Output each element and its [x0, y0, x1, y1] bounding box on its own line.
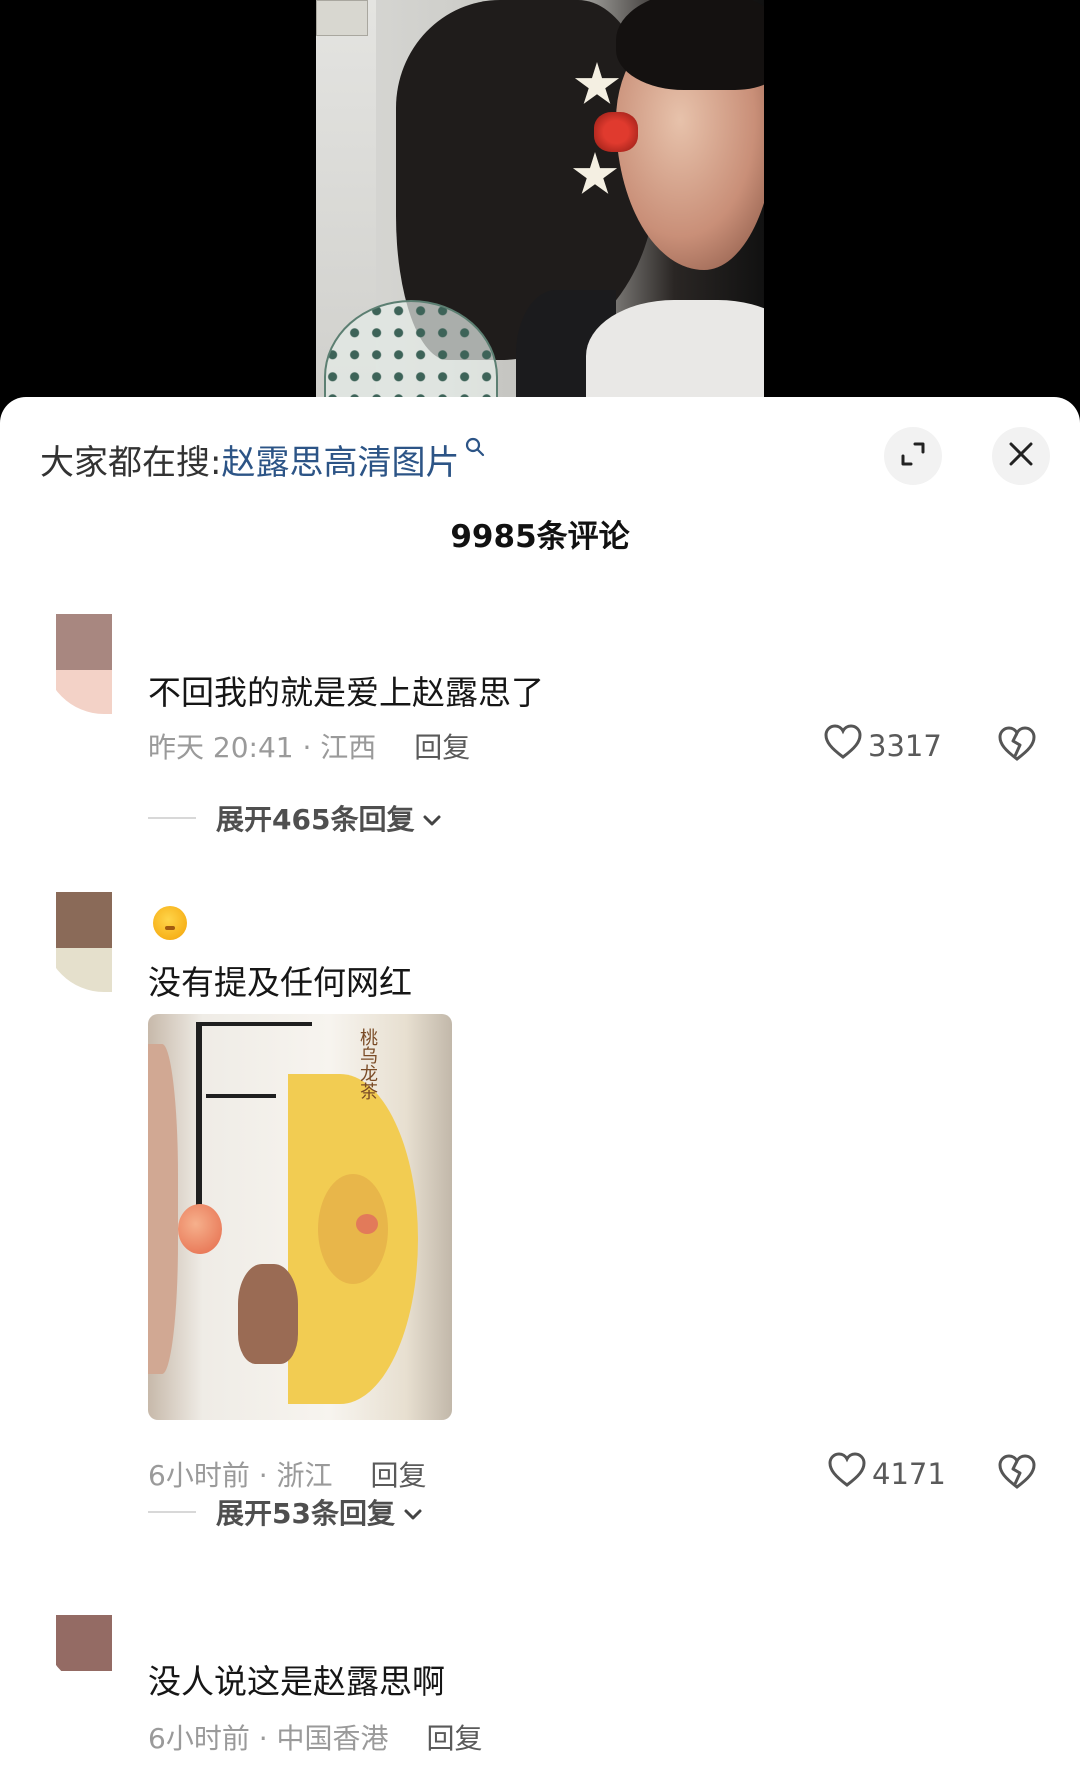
dislike-button[interactable] [998, 726, 1036, 766]
comment-count: 9985条评论 [450, 519, 630, 555]
comment-item: 不回我的就是爱上赵露思了 昨天 20:41 · 江西 回复 3317 展开465… [0, 614, 1080, 864]
like-count: 4171 [872, 1456, 946, 1491]
prop-lips [594, 112, 638, 152]
like-button[interactable]: 4171 [828, 1452, 946, 1495]
reply-button[interactable]: 回复 [414, 726, 470, 766]
chevron-down-icon [403, 1496, 423, 1529]
search-suggestion[interactable]: 大家都在搜: 赵露思高清图片 [40, 435, 485, 484]
expand-replies-label: 展开465条回复 [216, 803, 415, 836]
comment-meta: 6小时前 · 中国香港 回复 [148, 1717, 483, 1757]
expand-replies-button[interactable]: 展开465条回复 [148, 798, 442, 838]
heart-icon [824, 724, 868, 767]
comment-image[interactable]: 桃乌龙茶 [148, 1014, 452, 1420]
username-emoji [153, 906, 187, 940]
dislike-button[interactable] [998, 1454, 1036, 1494]
comment-time-location: 6小时前 · 浙江 [148, 1459, 333, 1492]
wall-sticker [316, 0, 368, 36]
like-count: 3317 [868, 728, 942, 763]
avatar[interactable] [44, 892, 112, 992]
comment-item: 没人说这是赵露思啊 6小时前 · 中国香港 回复 [0, 1615, 1080, 1784]
avatar[interactable] [44, 614, 112, 714]
heart-icon [828, 1452, 872, 1495]
expand-button[interactable] [884, 427, 942, 485]
image-text: 桃乌龙茶 [357, 1028, 378, 1100]
broken-heart-icon [998, 726, 1036, 766]
comment-item: 没有提及任何网红 桃乌龙茶 6小时前 · 浙江 回复 4171 [0, 892, 1080, 1492]
comment-time-location: 6小时前 · 中国香港 [148, 1722, 389, 1755]
comment-sheet: 大家都在搜: 赵露思高清图片 9985条评论 不回我的就是爱上赵露思了 昨天 2… [0, 397, 1080, 1784]
avatar[interactable] [44, 1615, 112, 1689]
close-button[interactable] [992, 427, 1050, 485]
chevron-down-icon [422, 802, 442, 835]
comment-item-continued: 展开53条回复 [0, 1492, 1080, 1552]
search-icon [465, 437, 485, 463]
comment-text: 不回我的就是爱上赵露思了 [148, 673, 544, 712]
comment-text: 没有提及任何网红 [148, 963, 412, 1002]
expand-replies-label: 展开53条回复 [216, 1497, 395, 1530]
video-player[interactable] [0, 0, 1080, 420]
expand-icon [899, 440, 927, 472]
close-icon [1007, 440, 1035, 472]
comment-time-location: 昨天 20:41 · 江西 [148, 731, 377, 764]
comment-meta: 昨天 20:41 · 江西 回复 [148, 726, 470, 766]
search-suggestion-prefix: 大家都在搜: [40, 443, 222, 483]
comment-text: 没人说这是赵露思啊 [148, 1662, 445, 1701]
comment-meta: 6小时前 · 浙江 回复 [148, 1454, 427, 1494]
reply-button[interactable]: 回复 [371, 1454, 427, 1494]
search-suggestion-keyword[interactable]: 赵露思高清图片 [221, 435, 459, 484]
expand-replies-button[interactable]: 展开53条回复 [148, 1492, 423, 1532]
reply-button[interactable]: 回复 [427, 1717, 483, 1757]
like-button[interactable]: 3317 [824, 724, 942, 767]
video-frame [316, 0, 764, 420]
